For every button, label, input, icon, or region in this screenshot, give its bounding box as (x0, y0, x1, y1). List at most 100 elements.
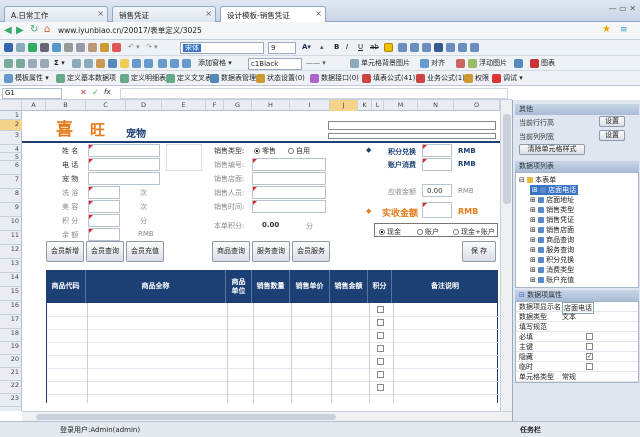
tab-daily-work[interactable]: A.日常工作 × (4, 6, 108, 22)
service-query-button[interactable]: 服务查询 (252, 241, 290, 262)
link-icon[interactable] (108, 58, 119, 69)
member-points-field[interactable] (88, 214, 120, 227)
title-field[interactable] (328, 121, 496, 130)
member-beauty-field[interactable] (88, 200, 120, 213)
pay-account[interactable]: 账户 (417, 227, 439, 237)
back-icon[interactable]: ◀ (4, 25, 12, 36)
formula-input[interactable] (120, 88, 508, 99)
col-header[interactable]: H (252, 100, 290, 111)
cut-icon[interactable] (64, 42, 75, 53)
set-row-height-button[interactable]: 设置 (599, 116, 625, 127)
grid-icon[interactable] (4, 58, 15, 69)
new-icon[interactable] (16, 42, 27, 53)
col-points[interactable]: 积分 (368, 270, 392, 303)
prop-value[interactable]: 文本 (562, 312, 576, 322)
col-header[interactable]: B (46, 100, 86, 111)
member-bath-field[interactable] (88, 186, 120, 199)
confirm-icon[interactable]: ✓ (92, 88, 99, 97)
strike-button[interactable]: ab (370, 42, 379, 53)
primary-key-checkbox[interactable] (586, 343, 593, 350)
sale-store-field[interactable] (252, 172, 326, 185)
prop-row[interactable]: 主键 (516, 342, 638, 352)
merge-icon[interactable] (158, 58, 169, 69)
tree-item[interactable]: ⊞ 店面电话 (530, 185, 579, 195)
close-icon[interactable]: × (315, 9, 322, 18)
points-checkbox[interactable] (377, 345, 384, 352)
sale-person-field[interactable] (252, 186, 326, 199)
sort-icon[interactable] (72, 58, 83, 69)
row-header[interactable]: 19 (0, 342, 22, 355)
points-checkbox[interactable] (377, 332, 384, 339)
redo-icon[interactable]: ↷ ▾ (146, 42, 158, 53)
close-icon[interactable]: × (205, 9, 212, 18)
sale-no-field[interactable] (252, 158, 326, 171)
preview-icon[interactable] (52, 42, 63, 53)
row-header[interactable]: 1 (0, 111, 22, 120)
prop-row[interactable]: 数据项显示名 店面电话 (516, 302, 638, 314)
member-service-button[interactable]: 会员服务 (292, 241, 330, 262)
cell-bg-image-button[interactable]: 单元格背景图片 (350, 58, 410, 69)
tab-design-template[interactable]: 设计模板-销售凭证 × (220, 6, 326, 23)
member-phone-field[interactable] (88, 158, 160, 171)
taskbar-label[interactable]: 任务栏 (520, 425, 541, 435)
underline-button[interactable]: U (358, 42, 363, 53)
align-center-icon[interactable] (410, 42, 421, 53)
insert-row-icon[interactable] (28, 58, 39, 69)
fill-formula-button[interactable]: 填表公式(41) (362, 73, 415, 84)
col-header[interactable]: J (330, 100, 358, 111)
format-painter-icon[interactable] (100, 42, 111, 53)
italic-button[interactable]: I (346, 42, 348, 53)
tree-item[interactable]: ⊞ 积分兑换 (530, 255, 574, 265)
col-header[interactable]: K (358, 100, 372, 111)
valign-top-icon[interactable] (446, 42, 457, 53)
float-image-button[interactable]: 浮动图片 (468, 58, 507, 69)
col-sale-qty[interactable]: 销售数量 (252, 270, 290, 303)
save-button[interactable]: 保 存 (462, 241, 496, 262)
col-goods-code[interactable]: 商品代码 (46, 270, 86, 303)
points-exchange-field[interactable] (422, 144, 452, 157)
layer-icon[interactable] (456, 58, 467, 69)
save-icon[interactable] (4, 42, 15, 53)
insert-col-icon[interactable] (40, 58, 51, 69)
paste-icon[interactable] (88, 42, 99, 53)
define-cross-button[interactable]: 定义文叉表 (166, 73, 212, 84)
col-sale-amount[interactable]: 销售金额 (330, 270, 368, 303)
fx-icon[interactable]: fx (104, 88, 111, 96)
col-goods-name[interactable]: 商品全称 (86, 270, 226, 303)
border-icon[interactable] (182, 58, 193, 69)
tree-item[interactable]: ⊞ 销售店面 (530, 225, 574, 235)
row-header[interactable]: 12 (0, 245, 22, 259)
font-family-select[interactable]: 宋体 (180, 42, 264, 54)
permission-button[interactable]: 权限 (464, 73, 489, 84)
add-pane-button[interactable]: 添加窗格 ▾ (198, 58, 232, 69)
col-goods-unit[interactable]: 商品 单位 (226, 270, 252, 303)
font-color-icon[interactable]: A▾ (302, 42, 311, 53)
row-header[interactable]: 18 (0, 329, 22, 342)
points-checkbox[interactable] (377, 384, 384, 391)
col-header[interactable]: C (86, 100, 126, 111)
member-query-button[interactable]: 会员查询 (86, 241, 124, 262)
prop-row[interactable]: 隐藏 ✓ (516, 352, 638, 362)
member-add-button[interactable]: 会员新增 (46, 241, 84, 262)
select-all[interactable] (0, 100, 22, 111)
valign-bottom-icon[interactable] (470, 42, 481, 53)
vertical-scrollbar[interactable] (500, 100, 512, 411)
row-header[interactable]: 11 (0, 231, 22, 245)
template-props-button[interactable]: 模板属性 ▾ (4, 73, 49, 84)
filter-icon[interactable] (84, 58, 95, 69)
tree-item[interactable]: ⊞ 商品查询 (530, 235, 574, 245)
business-formula-button[interactable]: 业务公式(1) (416, 73, 465, 84)
valign-middle-icon[interactable] (458, 42, 469, 53)
tree-item[interactable]: ⊞ 服务查询 (530, 245, 574, 255)
col-header[interactable]: N (418, 100, 454, 111)
cancel-icon[interactable]: ✕ (80, 88, 87, 97)
copy-icon[interactable] (76, 42, 87, 53)
close-icon[interactable]: × (97, 9, 104, 18)
prop-row[interactable]: 临时 (516, 362, 638, 372)
menu-icon[interactable]: ≡ (620, 25, 628, 35)
scroll-thumb[interactable] (503, 114, 511, 204)
member-balance-field[interactable] (88, 228, 120, 241)
refresh-icon[interactable]: ↻ (30, 24, 38, 35)
data-items-tree[interactable]: ⊟ 本表单 ⊞ 店面电话 ⊞ 店面地址 ⊞ 销售类型 ⊞ 销售凭证 ⊞ 销售店面… (515, 172, 639, 288)
split-icon[interactable] (170, 58, 181, 69)
